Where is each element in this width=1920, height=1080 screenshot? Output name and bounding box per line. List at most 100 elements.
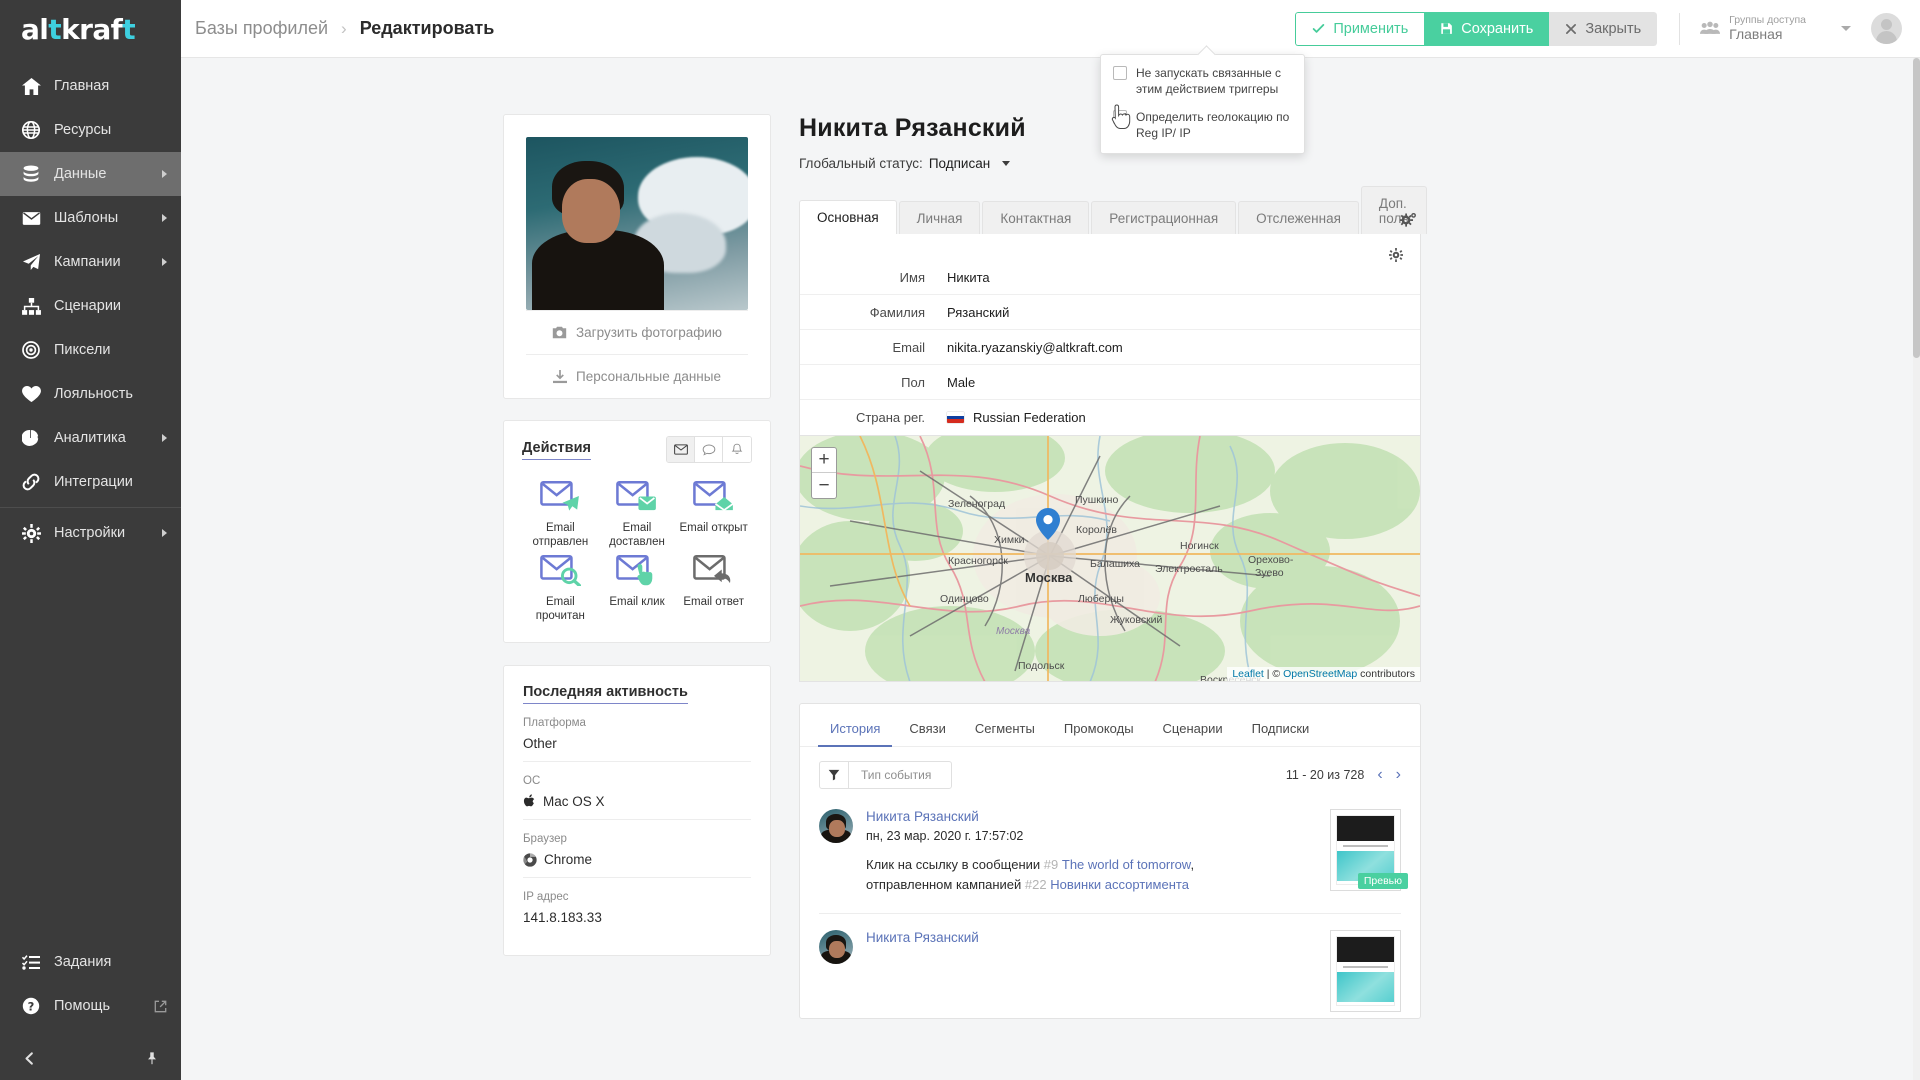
app-logo[interactable]: altkraft [0,0,181,58]
history-tab-4[interactable]: Сценарии [1151,717,1235,746]
map-label: Электросталь [1155,563,1223,575]
breadcrumb-parent[interactable]: Базы профилей [195,18,328,39]
preview-badge: Превью [1357,873,1408,889]
email-preview-thumbnail[interactable]: Превью [1330,809,1408,891]
event-message-link[interactable]: The world of tomorrow [1062,857,1191,872]
map-zoom-in-button[interactable]: + [812,448,836,473]
history-tabs: История Связи Сегменты Промокоды Сценарии Под… [800,704,1420,747]
event-body: Никита Рязанский пн, 23 мар. 2020 г. 17:5… [853,809,1320,895]
sidebar-item-3[interactable]: Шаблоны [0,196,181,240]
event-profile-name[interactable]: Никита Рязанский [866,809,1320,824]
user-avatar[interactable] [1871,13,1902,44]
save-button[interactable]: Сохранить [1424,11,1550,46]
action-item[interactable]: Email прочитан [522,555,599,623]
chevron-left-icon[interactable] [22,1051,37,1066]
email-preview-thumbnail[interactable] [1330,930,1401,1013]
pin-icon[interactable] [145,1051,159,1066]
checkbox[interactable] [1113,66,1127,80]
personal-data-button[interactable]: Персональные данные [526,354,748,398]
history-tab-1[interactable]: Связи [897,717,957,746]
funnel-icon[interactable] [820,762,849,788]
upload-photo-button[interactable]: Загрузить фотографию [526,310,748,354]
sidebar-item-7[interactable]: Лояльность [0,372,181,416]
profile-tab-1[interactable]: Личная [898,201,981,234]
sidebar-bottom-item-1[interactable]: ? Помощь [0,984,181,1028]
map-label: Ногинск [1180,540,1219,552]
global-status-label: Глобальный статус: [799,156,923,171]
history-tab-0[interactable]: История [818,717,893,747]
profile-tab-0[interactable]: Основная [799,200,897,234]
map-attribution: Leaflet | © OpenStreetMap contributors [1227,667,1420,681]
page-scrollbar[interactable] [1913,58,1920,1080]
channel-tab-sms[interactable] [695,437,723,462]
field-value-wrap[interactable]: Никита [947,270,990,285]
access-group-value: Главная [1729,25,1783,42]
event-profile-name[interactable]: Никита Рязанский [866,930,1320,945]
external-link-icon[interactable] [154,1000,167,1013]
global-status-value: Подписан [928,156,991,171]
field-value-wrap[interactable]: Рязанский [947,305,1009,320]
users-group-icon [1700,21,1721,35]
history-tab-5[interactable]: Подписки [1240,717,1322,746]
email-read-icon [539,555,581,591]
event-timestamp: пн, 23 мар. 2020 г. 17:57:02 [866,829,1024,843]
sidebar-bottom-item-0[interactable]: Задания [0,940,181,984]
chevron-right-icon [162,434,167,442]
action-item[interactable]: Email клик [599,555,676,623]
event-type-filter-label[interactable]: Тип события [849,762,951,788]
field-value: Никита [947,269,990,285]
sidebar-item-8[interactable]: Аналитика [0,416,181,460]
action-button-group: Применить Сохранить Закрыть [1295,11,1658,46]
close-button[interactable]: Закрыть [1549,11,1658,46]
history-tab-2[interactable]: Сегменты [963,717,1047,746]
profile-tab-3[interactable]: Регистрационная [1091,201,1237,234]
action-item[interactable]: Email доставлен [599,480,676,549]
apply-button[interactable]: Применить [1295,11,1425,46]
sidebar-item-10[interactable]: Настройки [0,511,181,555]
event-campaign-link[interactable]: Новинки ассортимента [1050,877,1189,892]
double-gear-icon[interactable] [1400,212,1417,227]
pagination-prev-button[interactable]: ‹ [1377,767,1382,783]
action-item[interactable]: Email ответ [675,555,752,623]
action-item[interactable]: Email открыт [675,480,752,549]
map-zoom-out-button[interactable]: − [812,473,836,498]
actions-card: Действия Email отправлен Email доставлен… [503,420,771,644]
profile-tab-4[interactable]: Отслеженная [1238,201,1359,234]
chevron-down-icon[interactable] [1002,161,1011,166]
sidebar-item-2[interactable]: Данные [0,152,181,196]
save-option-row[interactable]: Определить геолокацию по Reg IP/ IP [1113,109,1292,142]
pagination-next-button[interactable]: › [1396,767,1401,783]
sidebar-item-4[interactable]: Кампании [0,240,181,284]
geolocation-map[interactable]: + − Зеленоград Пушкино Королёв Химки Ногинск… [800,435,1420,681]
scrollbar-thumb[interactable] [1913,58,1920,358]
map-label: Балашиха [1090,558,1140,570]
action-item[interactable]: Email отправлен [522,480,599,549]
map-label: Орехово- [1248,554,1294,566]
event-type-filter[interactable]: Тип события [819,761,953,789]
sidebar-item-6[interactable]: Пиксели [0,328,181,372]
sitemap-icon [22,297,48,315]
sidebar-item-0[interactable]: Главная [0,64,181,108]
sidebar-item-5[interactable]: Сценарии [0,284,181,328]
field-value-wrap[interactable]: nikita.ryazanskiy@altkraft.com [947,340,1123,355]
sidebar-item-9[interactable]: Интеграции [0,460,181,504]
last-activity-row: Браузер Chrome [523,820,751,879]
photo-button-label: Загрузить фотографию [576,325,722,340]
chevron-down-icon[interactable] [1841,25,1851,31]
openstreetmap-link[interactable]: OpenStreetMap [1283,668,1357,680]
profile-tab-2[interactable]: Контактная [982,201,1090,234]
breadcrumb: Базы профилей › Редактировать [195,18,494,39]
channel-tab-push[interactable] [723,437,751,462]
field-value-wrap[interactable]: Russian Federation [947,410,1086,425]
gear-icon[interactable] [1389,248,1403,262]
save-option-row[interactable]: Не запускать связанные с этим действием … [1113,65,1292,98]
home-icon [22,77,48,95]
field-value-wrap[interactable]: Male [947,375,975,390]
history-tab-3[interactable]: Промокоды [1052,717,1146,746]
access-group-selector[interactable]: Группы доступа Главная [1700,14,1851,42]
globe-icon [22,121,48,139]
channel-tab-email[interactable] [667,437,695,462]
leaflet-link[interactable]: Leaflet [1232,668,1264,680]
logo-text: altkraft [21,12,136,46]
sidebar-item-1[interactable]: Ресурсы [0,108,181,152]
